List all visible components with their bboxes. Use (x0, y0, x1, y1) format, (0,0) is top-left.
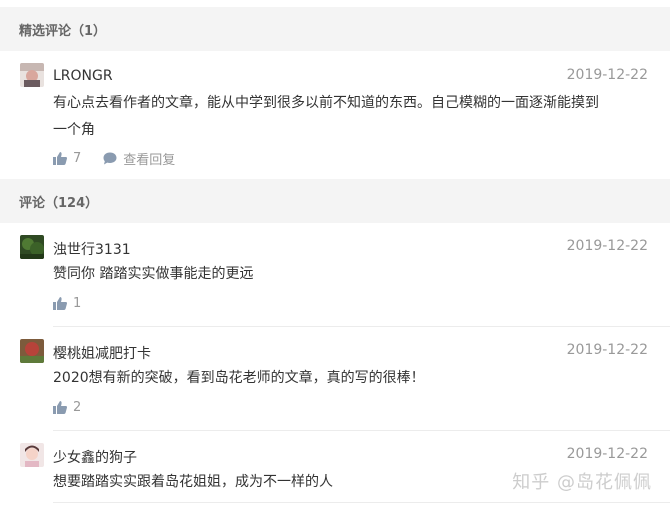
comment-text-line: 一个角 (53, 122, 95, 138)
avatar[interactable] (20, 339, 44, 363)
watermark: 知乎 @岛花佩佩 (512, 472, 652, 493)
comment-username[interactable]: 浊世行3131 (53, 239, 131, 259)
comment-text-line: 有心点去看作者的文章，能从中学到很多以前不知道的东西。自己模糊的一面逐渐能摸到 (53, 95, 599, 111)
view-replies-button[interactable]: 查看回复 (103, 149, 175, 168)
comments-header: 评论（124） (0, 179, 670, 223)
like-count: 2 (73, 400, 82, 415)
comment-actions: 7 查看回复 (53, 149, 175, 168)
comment-date: 2019-12-22 (566, 238, 648, 254)
comment-date: 2019-12-22 (566, 67, 648, 83)
comment-text: 有心点去看作者的文章，能从中学到很多以前不知道的东西。自己模糊的一面逐渐能摸到 … (53, 90, 653, 144)
comment-date: 2019-12-22 (566, 342, 648, 358)
divider (53, 430, 670, 431)
avatar[interactable] (20, 63, 44, 87)
comment-actions: 1 (53, 296, 81, 311)
like-count: 1 (73, 296, 82, 311)
comment-username[interactable]: 樱桃姐减肥打卡 (53, 343, 151, 363)
like-button[interactable]: 2 (53, 400, 81, 415)
thumbs-up-icon (53, 297, 67, 310)
featured-comments-header: 精选评论（1） (0, 7, 670, 51)
comment-date: 2019-12-22 (566, 446, 648, 462)
comment-username[interactable]: 少女鑫的狗子 (53, 447, 137, 467)
avatar[interactable] (20, 443, 44, 467)
comment-actions: 2 (53, 400, 81, 415)
comment-username[interactable]: LRONGR (53, 68, 113, 84)
divider (53, 326, 670, 327)
comment-text: 2020想有新的突破，看到岛花老师的文章，真的写的很棒！ (53, 370, 425, 386)
divider (53, 502, 670, 503)
view-replies-label: 查看回复 (123, 153, 176, 168)
thumbs-up-icon (53, 401, 67, 414)
comment-text: 赞同你 踏踏实实做事能走的更远 (53, 266, 254, 282)
thumbs-up-icon (53, 152, 67, 165)
like-count: 7 (73, 151, 82, 166)
like-button[interactable]: 7 (53, 151, 81, 166)
avatar[interactable] (20, 235, 44, 259)
like-button[interactable]: 1 (53, 296, 81, 311)
comment-bubble-icon (103, 152, 117, 165)
